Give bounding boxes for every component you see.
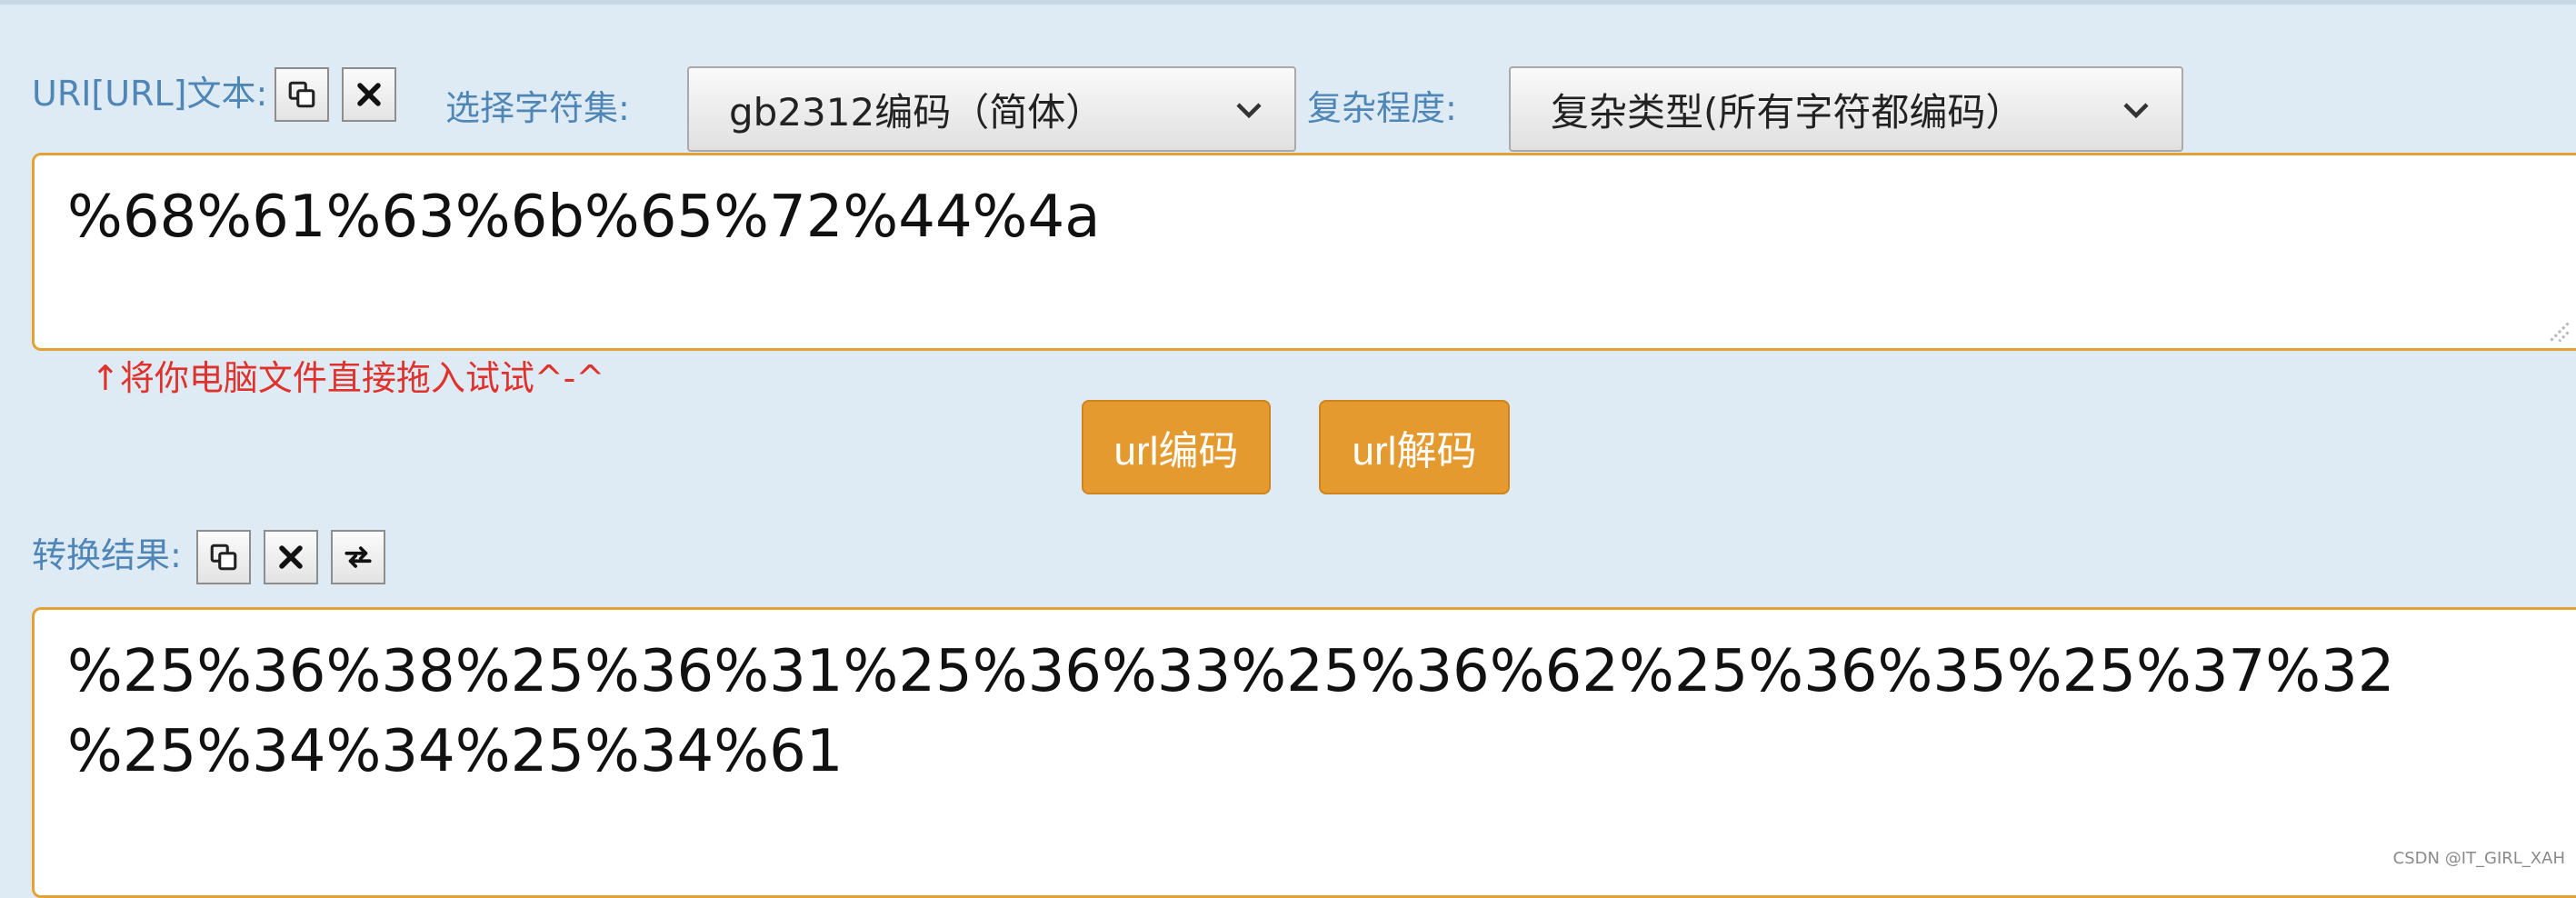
charset-value: gb2312编码（简体）	[729, 89, 1104, 135]
resize-grip-icon[interactable]	[2543, 316, 2571, 344]
close-icon	[279, 545, 303, 569]
top-border	[0, 0, 2576, 5]
input-label: URI[URL]文本:	[32, 74, 268, 114]
copy-icon	[210, 544, 237, 571]
swap-icon	[344, 546, 372, 568]
chevron-down-icon	[2123, 103, 2149, 119]
url-encode-button[interactable]: url编码	[1082, 400, 1271, 494]
copy-input-button[interactable]	[275, 67, 329, 122]
charset-label: 选择字符集:	[445, 88, 630, 128]
complexity-value: 复杂类型(所有字符都编码）	[1551, 89, 2024, 135]
copy-icon	[288, 81, 315, 108]
url-input-textarea[interactable]: %68%61%63%6b%65%72%44%4a	[32, 153, 2576, 351]
result-textarea[interactable]: %25%36%38%25%36%31%25%36%33%25%36%62%25%…	[32, 607, 2576, 898]
copy-result-button[interactable]	[196, 530, 251, 584]
close-icon	[357, 83, 381, 106]
url-decode-button[interactable]: url解码	[1319, 400, 1510, 494]
charset-select[interactable]: gb2312编码（简体）	[687, 66, 1296, 152]
drop-hint: ↑将你电脑文件直接拖入试试^-^	[91, 358, 605, 398]
complexity-label: 复杂程度:	[1307, 88, 1457, 128]
result-label: 转换结果:	[32, 535, 182, 575]
swap-button[interactable]	[331, 530, 385, 584]
watermark: CSDN @IT_GIRL_XAH	[2392, 849, 2565, 868]
chevron-down-icon	[1236, 103, 1262, 119]
complexity-select[interactable]: 复杂类型(所有字符都编码）	[1509, 66, 2183, 152]
clear-result-button[interactable]	[264, 530, 318, 584]
clear-input-button[interactable]	[342, 67, 396, 122]
